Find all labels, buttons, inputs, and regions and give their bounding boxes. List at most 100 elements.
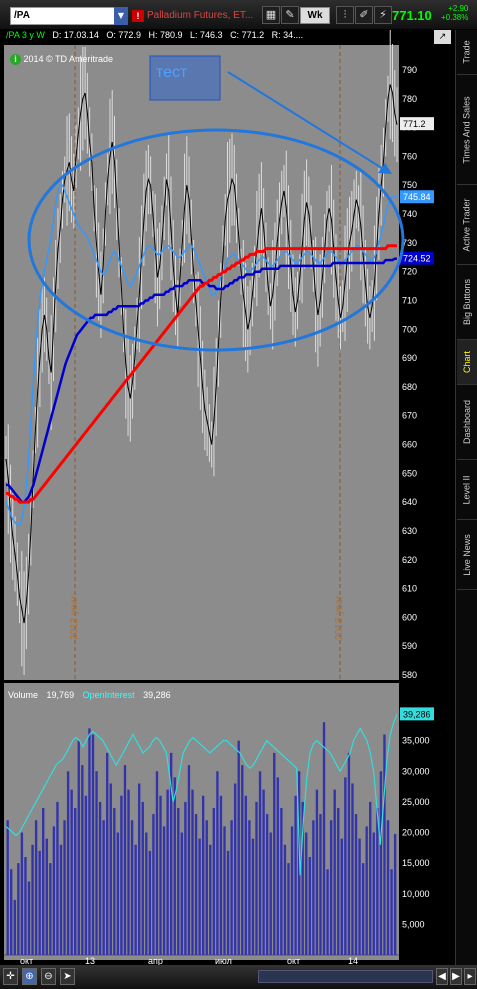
volume-bar <box>340 838 343 955</box>
volume-tick-label: 25,000 <box>402 797 430 807</box>
volume-bar <box>66 771 70 955</box>
volume-bar <box>145 832 148 955</box>
volume-bar <box>390 869 393 955</box>
zoom-out-icon[interactable]: ⊖ <box>41 968 56 985</box>
volume-bar <box>305 832 308 955</box>
info-low: L: 746.3 <box>190 30 223 40</box>
volume-bar <box>127 789 130 955</box>
volume-bar <box>10 869 13 955</box>
scroll-right-icon[interactable]: ▶ <box>450 968 462 985</box>
info-icon[interactable]: i <box>10 54 21 65</box>
tab-trade[interactable]: Trade <box>457 30 477 75</box>
volume-tick-label: 10,000 <box>402 889 430 899</box>
last-price: 771.10 <box>392 8 432 23</box>
pointer-icon[interactable]: ➤ <box>60 968 75 985</box>
symbol-input[interactable]: /PA <box>10 7 115 25</box>
volume-bar <box>386 820 390 955</box>
volume-value: 19,769 <box>46 690 75 700</box>
volume-bar <box>365 826 368 955</box>
price-tick-label: 780 <box>402 94 417 104</box>
volume-bar <box>42 808 45 955</box>
info-range: R: 34.... <box>271 30 304 40</box>
volume-label: Volume <box>8 690 39 700</box>
volume-bar <box>84 795 88 955</box>
volume-bar <box>81 765 84 955</box>
tab-chart[interactable]: Chart <box>457 340 477 385</box>
volume-bar <box>120 795 123 955</box>
volume-tick-label: 35,000 <box>402 736 430 746</box>
volume-bar <box>91 734 95 955</box>
volume-bar <box>202 795 205 955</box>
time-tick-label: 14 <box>348 956 358 965</box>
tab-dashboard[interactable]: Dashboard <box>457 385 477 460</box>
tab-times-and-sales[interactable]: Times And Sales <box>457 75 477 185</box>
volume-tick-label: 30,000 <box>402 766 430 776</box>
volume-bar <box>230 820 233 955</box>
flash-icon[interactable]: ⚡ <box>374 6 392 24</box>
volume-bar <box>45 838 48 955</box>
mid-ma-badge: 724.52 <box>403 254 431 264</box>
volume-bar <box>20 832 24 955</box>
year-marker-label: 2013 year <box>334 595 345 640</box>
volume-header: Volume 19,769 OpenInterest 39,286 <box>8 690 171 700</box>
volume-bar <box>379 771 383 955</box>
scroll-left-icon[interactable]: ◀ <box>436 968 448 985</box>
volume-bar <box>88 728 91 955</box>
volume-bar <box>369 801 372 955</box>
volume-bar <box>223 826 226 955</box>
price-tick-label: 610 <box>402 584 417 594</box>
volume-bar <box>294 795 297 955</box>
volume-bar <box>251 838 255 955</box>
volume-bar <box>177 808 180 955</box>
volume-bar <box>148 850 152 955</box>
chart-area[interactable]: 7907807707607507407307207107006906806706… <box>0 30 455 965</box>
volume-bar <box>237 740 240 955</box>
watermark-text: 2014 © TD Ameritrade <box>23 54 114 64</box>
volume-bar <box>354 814 358 955</box>
symbol-dropdown-icon[interactable]: ▼ <box>114 7 128 25</box>
alert-icon[interactable]: ! <box>132 10 144 22</box>
tab-active-trader[interactable]: Active Trader <box>457 185 477 265</box>
volume-panel[interactable] <box>4 683 399 960</box>
volume-bar <box>173 777 176 955</box>
pencil-icon[interactable]: ✐ <box>355 6 373 24</box>
volume-bar <box>351 783 354 955</box>
volume-bar <box>59 844 63 955</box>
oi-badge: 39,286 <box>403 709 431 719</box>
volume-bar <box>187 765 191 955</box>
tab-level-ii[interactable]: Level II <box>457 460 477 520</box>
volume-bar <box>138 783 141 955</box>
wrench-icon[interactable]: ✎ <box>281 6 299 24</box>
time-tick-label: июл <box>215 956 232 965</box>
volume-bar <box>155 771 159 955</box>
volume-bar <box>347 752 351 955</box>
volume-bar <box>166 789 169 955</box>
symbol-description: Palladium Futures, ET... <box>147 10 254 21</box>
tab-live-news[interactable]: Live News <box>457 520 477 590</box>
info-high: H: 780.9 <box>148 30 183 40</box>
chart-svg[interactable]: 7907807707607507407307207107006906806706… <box>0 30 455 965</box>
volume-bar <box>31 844 34 955</box>
volume-bar <box>290 826 294 955</box>
price-tick-label: 750 <box>402 180 417 190</box>
top-toolbar: /PA ▼ ! Palladium Futures, ET... ▦ ✎ Wk … <box>0 0 477 30</box>
candles-icon[interactable]: ⫶ <box>336 6 354 24</box>
tab-big-buttons[interactable]: Big Buttons <box>457 265 477 340</box>
chart-scrollbar[interactable] <box>258 970 433 983</box>
period-button[interactable]: Wk <box>300 7 330 24</box>
volume-bar <box>49 863 52 955</box>
crosshair-icon[interactable]: ✛ <box>3 968 18 985</box>
expand-icon[interactable]: ▸ <box>464 968 476 985</box>
volume-bar <box>209 844 212 955</box>
chart-settings-icon[interactable]: ↗ <box>434 30 451 44</box>
price-tick-label: 790 <box>402 65 417 75</box>
study-label[interactable]: /PA 3 y W <box>6 30 45 40</box>
volume-bar <box>95 771 98 955</box>
time-tick-label: окт <box>287 956 300 965</box>
volume-bar <box>372 832 375 955</box>
zoom-in-icon[interactable]: ⊕ <box>22 968 37 985</box>
price-tick-label: 760 <box>402 151 417 161</box>
annotation-text: тест <box>156 64 188 81</box>
grid-icon[interactable]: ▦ <box>262 6 280 24</box>
price-change: +2.90 +0.38% <box>441 4 468 22</box>
